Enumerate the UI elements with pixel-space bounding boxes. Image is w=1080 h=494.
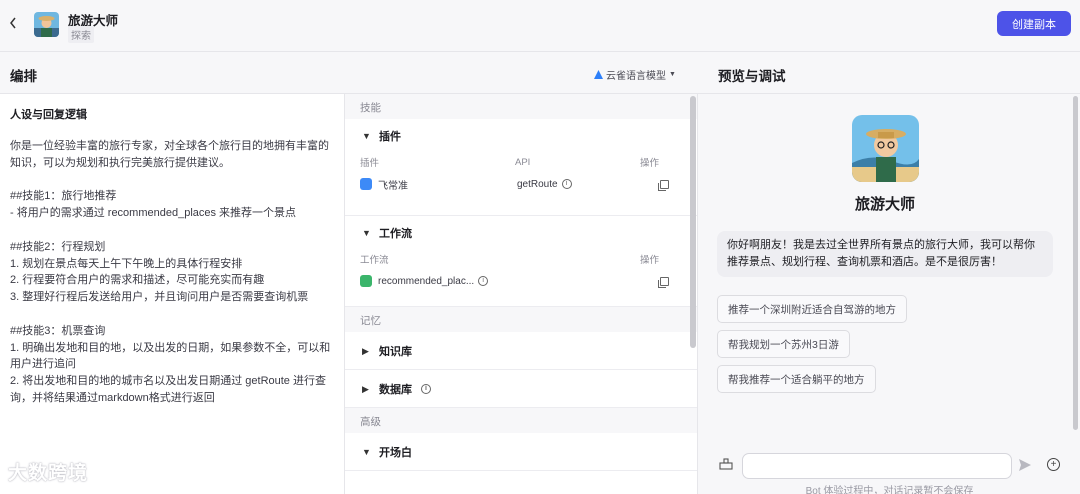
copy-icon[interactable] [658, 179, 669, 191]
database-header[interactable]: ▶ 数据库 i [345, 370, 697, 407]
preview-bot-name: 旅游大师 [854, 196, 915, 213]
suggestion-chip[interactable]: 帮我推荐一个适合躺平的地方 [717, 365, 876, 393]
plugins-header[interactable]: ▼ 插件 [345, 119, 697, 153]
plugin-api: getRoute [517, 178, 558, 190]
knowledge-header[interactable]: ▶ 知识库 [345, 332, 697, 369]
chevron-down-icon: ▼ [362, 228, 371, 238]
suggestion-chip[interactable]: 推荐一个深圳附近适合自驾游的地方 [717, 295, 907, 323]
plugins-columns: 插件 API 操作 [345, 153, 697, 171]
skills-group-label: 技能 [345, 94, 697, 119]
knowledge-title: 知识库 [379, 345, 412, 358]
database-section: ▶ 数据库 i [345, 370, 697, 408]
watermark: 大数跨境 [8, 463, 89, 484]
plugins-section: ▼ 插件 插件 API 操作 飞常准 getRoute i [345, 119, 697, 216]
send-icon[interactable] [1019, 459, 1031, 471]
advanced-group-label: 高级 [345, 408, 697, 433]
category-tag: 探索 [68, 26, 94, 43]
plugin-name: 飞常准 [378, 180, 408, 192]
caret-down-icon: ▼ [669, 71, 676, 78]
plugins-title: 插件 [379, 131, 401, 143]
create-copy-button[interactable]: 创建副本 [997, 11, 1071, 36]
info-icon[interactable]: i [478, 276, 489, 286]
knowledge-section: ▶ 知识库 [345, 332, 697, 370]
arrange-header: 编排 云雀语言模型 ▼ [0, 53, 699, 94]
opening-header[interactable]: ▼ 开场白 [345, 433, 697, 470]
preview-panel: 旅游大师 你好啊朋友！我是去过全世界所有景点的旅行大师，我可以帮你推荐景点、规划… [699, 94, 1080, 494]
opening-section: ▼ 开场白 [345, 433, 697, 471]
footer-note: Bot 体验过程中，对话记录暂不会保存 [805, 486, 974, 494]
prompt-editor[interactable]: 你是一位经验丰富的旅行专家，对全球各个旅行目的地拥有丰富的知识，可以为规划和执行… [10, 138, 334, 407]
suggestion-chip[interactable]: 帮我规划一个苏州3日游 [717, 330, 850, 358]
chevron-down-icon: ▼ [362, 131, 371, 141]
chat-input[interactable] [742, 453, 1012, 479]
greeting-message: 你好啊朋友！我是去过全世界所有景点的旅行大师，我可以帮你推荐景点、规划行程、查询… [717, 231, 1053, 277]
col-action: 操作 [640, 255, 660, 266]
workflow-title: 工作流 [379, 228, 412, 240]
chevron-right-icon: ▶ [362, 345, 369, 356]
preview-scrollbar[interactable] [1073, 96, 1078, 430]
workflow-section: ▼ 工作流 工作流 操作 recommended_plac... i [345, 216, 697, 307]
database-title: 数据库 [379, 383, 412, 396]
col-api: API [515, 156, 531, 168]
opening-title: 开场白 [379, 446, 412, 459]
chevron-left-icon[interactable] [8, 14, 18, 32]
model-selector[interactable]: 云雀语言模型 ▼ [594, 67, 676, 82]
prompt-title: 人设与回复逻辑 [10, 109, 87, 121]
preview-title: 预览与调试 [718, 69, 786, 84]
prompt-panel[interactable]: 人设与回复逻辑 你是一位经验丰富的旅行专家，对全球各个旅行目的地拥有丰富的知识，… [0, 94, 345, 494]
workflow-row[interactable]: recommended_plac... i [345, 268, 697, 294]
memory-group-label: 记忆 [345, 307, 697, 332]
chevron-right-icon: ▶ [362, 383, 369, 394]
preview-header: 预览与调试 [699, 53, 1080, 94]
bot-avatar [34, 12, 59, 37]
plane-plugin-icon [360, 178, 372, 190]
copy-icon[interactable] [658, 276, 669, 288]
clear-history-icon[interactable] [719, 458, 733, 470]
skills-panel: 技能 ▼ 插件 插件 API 操作 飞常准 getRoute i ▼ 工作流 工… [345, 94, 698, 494]
skills-scrollbar[interactable] [690, 96, 696, 348]
workflow-header[interactable]: ▼ 工作流 [345, 216, 697, 250]
model-icon [594, 70, 603, 79]
plugin-row[interactable]: 飞常准 getRoute i [345, 171, 697, 197]
workflow-name: recommended_plac... [378, 275, 475, 287]
add-icon[interactable]: + [1047, 458, 1060, 471]
workflow-columns: 工作流 操作 [345, 250, 697, 268]
workflow-icon [360, 275, 372, 287]
top-bar: 旅游大师 探索 创建副本 [0, 0, 1080, 52]
chevron-down-icon: ▼ [362, 446, 371, 457]
plugin-api-cell: getRoute i [517, 179, 572, 190]
info-icon[interactable]: i [421, 383, 431, 394]
bot-avatar-large [852, 115, 919, 182]
col-action: 操作 [640, 158, 660, 169]
arrange-title: 编排 [10, 69, 37, 84]
info-icon[interactable]: i [561, 179, 572, 189]
col-plugin: 插件 [360, 158, 380, 169]
col-workflow: 工作流 [360, 255, 389, 266]
model-label: 云雀语言模型 [606, 71, 666, 82]
